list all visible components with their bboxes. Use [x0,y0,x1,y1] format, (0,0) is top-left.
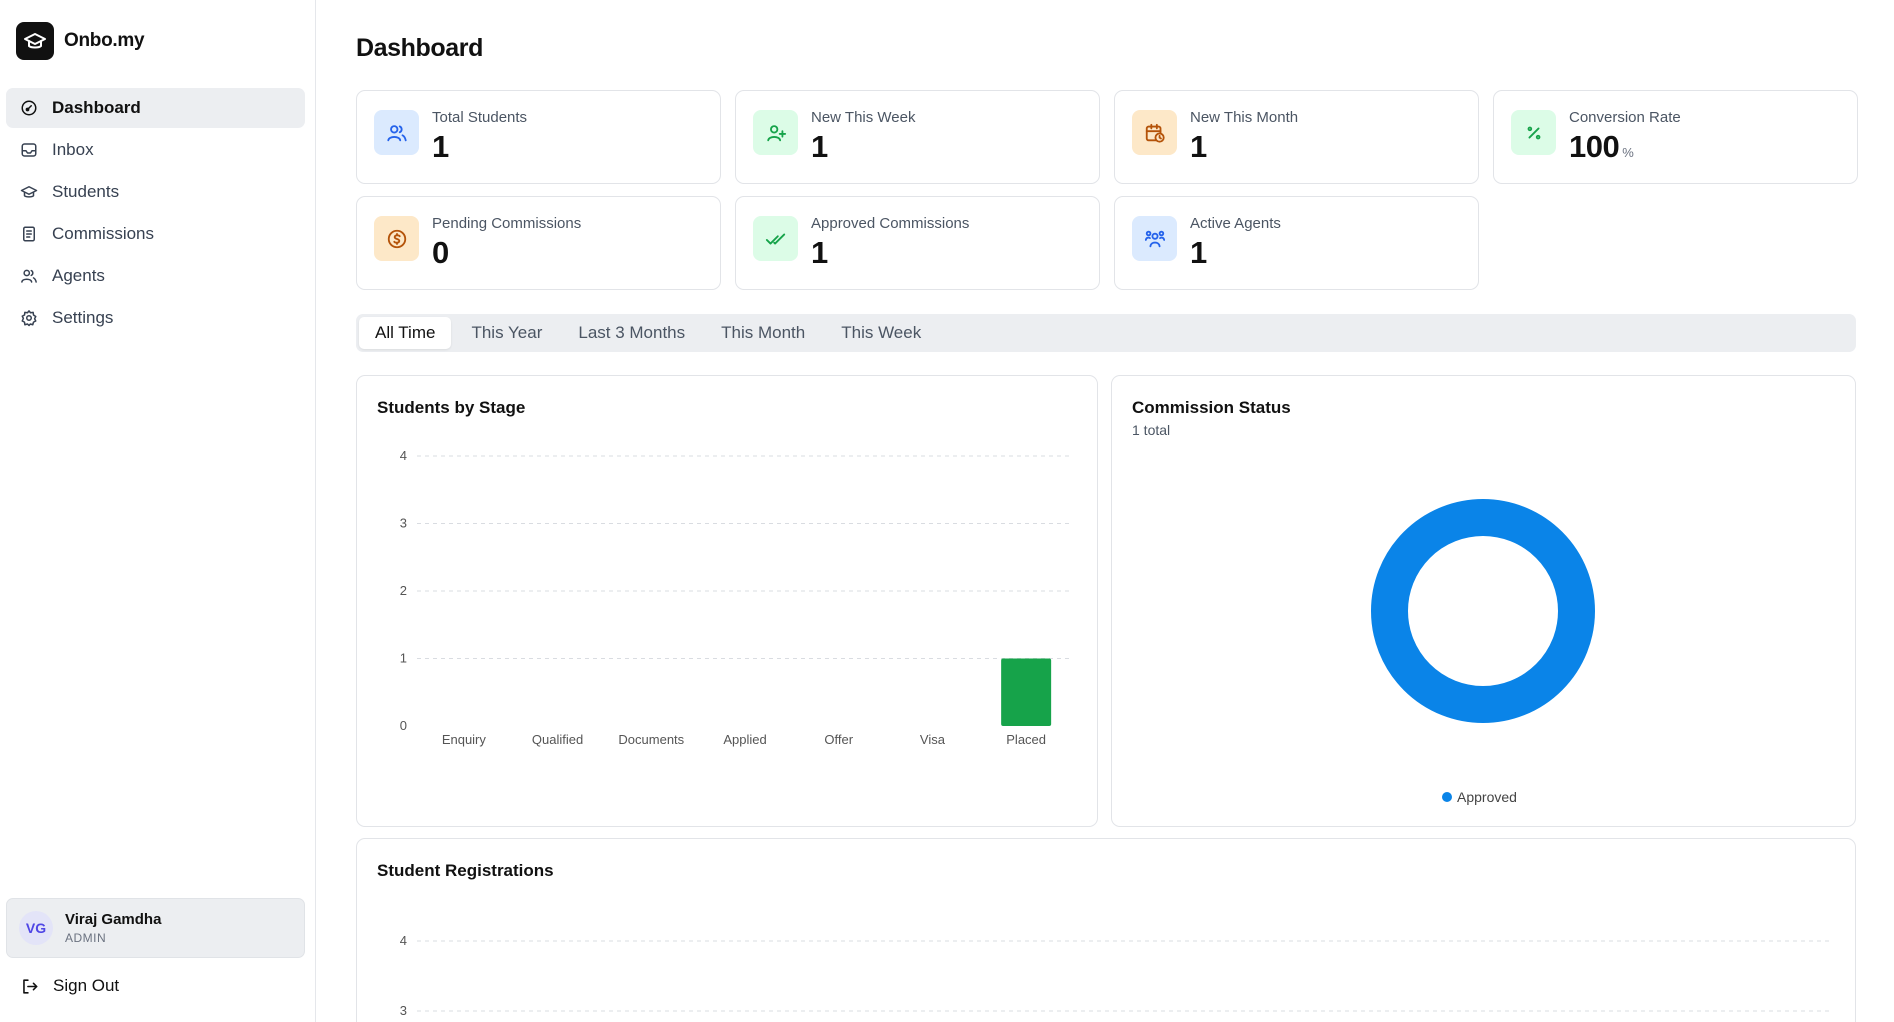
dashboard-icon [21,100,37,116]
user-plus-icon [753,110,798,155]
sidebar-nav: Dashboard Inbox Students Commissions Age… [6,88,305,340]
sidebar-item-commissions[interactable]: Commissions [6,214,305,254]
stat-card-approved-commissions: Approved Commissions 1 [735,196,1100,290]
stat-label: New This Week [811,109,916,126]
x-tick-label: Qualified [532,732,583,747]
sidebar-item-label: Students [52,182,120,201]
stat-value: 1 [811,129,828,164]
avatar: VG [19,911,53,945]
percent-icon [1511,110,1556,155]
receipt-icon [23,226,35,242]
x-tick-label: Offer [824,732,853,747]
panel-subtitle: 1 total [1132,422,1171,438]
gear-icon [21,310,37,327]
tab-this-month[interactable]: This Month [705,317,821,349]
x-tick-label: Placed [1006,732,1046,747]
sidebar-item-label: Dashboard [52,98,141,117]
calendar-clock-icon [1132,110,1177,155]
stat-card-pending-commissions: Pending Commissions 0 [356,196,721,290]
stat-value: 1 [811,235,828,270]
x-tick-label: Enquiry [442,732,487,747]
user-card[interactable]: VG Viraj Gamdha ADMIN [6,898,305,958]
bar-placed [1001,658,1052,726]
stat-value-number: 100 [1569,129,1620,164]
donut-slice-approved [1371,499,1595,723]
graduation-cap-icon [20,186,38,198]
y-tick-label: 0 [400,718,407,733]
stat-value: 1 [1190,129,1207,164]
users-icon [374,110,419,155]
stat-card-new-this-week: New This Week 1 [735,90,1100,184]
students-by-stage-panel: Students by Stage 0 1 2 3 4 Enquiry Qualified D… [356,375,1098,827]
time-range-tabs: All Time This Year Last 3 Months This Mo… [356,314,1856,352]
stat-value: 1 [1190,235,1207,270]
sidebar-item-students[interactable]: Students [6,172,305,212]
user-name: Viraj Gamdha [65,911,162,928]
sidebar-item-inbox[interactable]: Inbox [6,130,305,170]
panel-title: Student Registrations [377,861,554,880]
sidebar-item-label: Commissions [52,224,155,243]
brand[interactable]: Onbo.my [16,22,145,60]
stat-value-suffix: % [1622,145,1634,160]
stat-card-total-students: Total Students 1 [356,90,721,184]
stat-card-conversion-rate: Conversion Rate 100% [1493,90,1858,184]
tab-this-year[interactable]: This Year [455,317,558,349]
panel-title: Students by Stage [377,398,526,417]
brand-name: Onbo.my [64,30,145,51]
student-registrations-chart: 34 [400,933,1833,1018]
stat-label: Active Agents [1190,215,1281,232]
y-tick-label: 1 [400,651,407,666]
stat-label: Approved Commissions [811,215,970,232]
stat-label: Pending Commissions [432,215,582,232]
sign-out-button[interactable]: Sign Out [20,970,119,1002]
students-by-stage-chart: 0 1 2 3 4 Enquiry Qualified Documents Applied Off… [400,448,1073,747]
sidebar: Onbo.my Dashboard Inbox Students Commiss… [0,0,316,1022]
inbox-icon [21,143,37,157]
student-registrations-panel: Student Registrations 34 [356,838,1856,1022]
sidebar-item-label: Settings [52,308,114,327]
sidebar-item-agents[interactable]: Agents [6,256,305,296]
stat-label: Conversion Rate [1569,109,1681,126]
sidebar-item-label: Agents [52,266,105,285]
commission-status-chart: Approved [1371,499,1595,805]
stat-card-active-agents: Active Agents 1 [1114,196,1479,290]
tab-last-3-months[interactable]: Last 3 Months [562,317,701,349]
stat-label: New This Month [1190,109,1299,126]
commission-status-panel: Commission Status 1 total Approved [1111,375,1856,827]
graduation-cap-logo-icon [16,22,54,60]
legend-label: Approved [1457,789,1517,805]
sidebar-item-dashboard[interactable]: Dashboard [6,88,305,128]
double-check-icon [753,216,798,261]
y-tick-label: 4 [400,448,407,463]
x-tick-label: Visa [920,732,946,747]
sidebar-item-settings[interactable]: Settings [6,298,305,338]
y-tick-label: 3 [400,516,407,531]
y-tick-label: 3 [400,1003,407,1018]
tab-all-time[interactable]: All Time [359,317,452,349]
page-title: Dashboard [356,34,483,62]
team-icon [1132,216,1177,261]
users-icon [21,269,37,283]
panel-title: Commission Status [1132,398,1291,417]
sign-out-icon [23,978,38,994]
x-tick-label: Applied [723,732,766,747]
y-tick-label: 2 [400,583,407,598]
y-tick-label: 4 [400,933,407,948]
stat-value: 1 [432,129,449,164]
stat-label: Total Students [432,109,528,126]
x-tick-label: Documents [618,732,684,747]
sidebar-item-label: Inbox [52,140,94,159]
legend-swatch [1442,792,1452,802]
user-role: ADMIN [65,931,107,945]
stat-value: 100% [1569,129,1634,165]
stat-card-new-this-month: New This Month 1 [1114,90,1479,184]
stat-value: 0 [432,235,449,270]
dollar-circle-icon [374,216,419,261]
sign-out-label: Sign Out [53,976,120,995]
tab-this-week[interactable]: This Week [825,317,937,349]
